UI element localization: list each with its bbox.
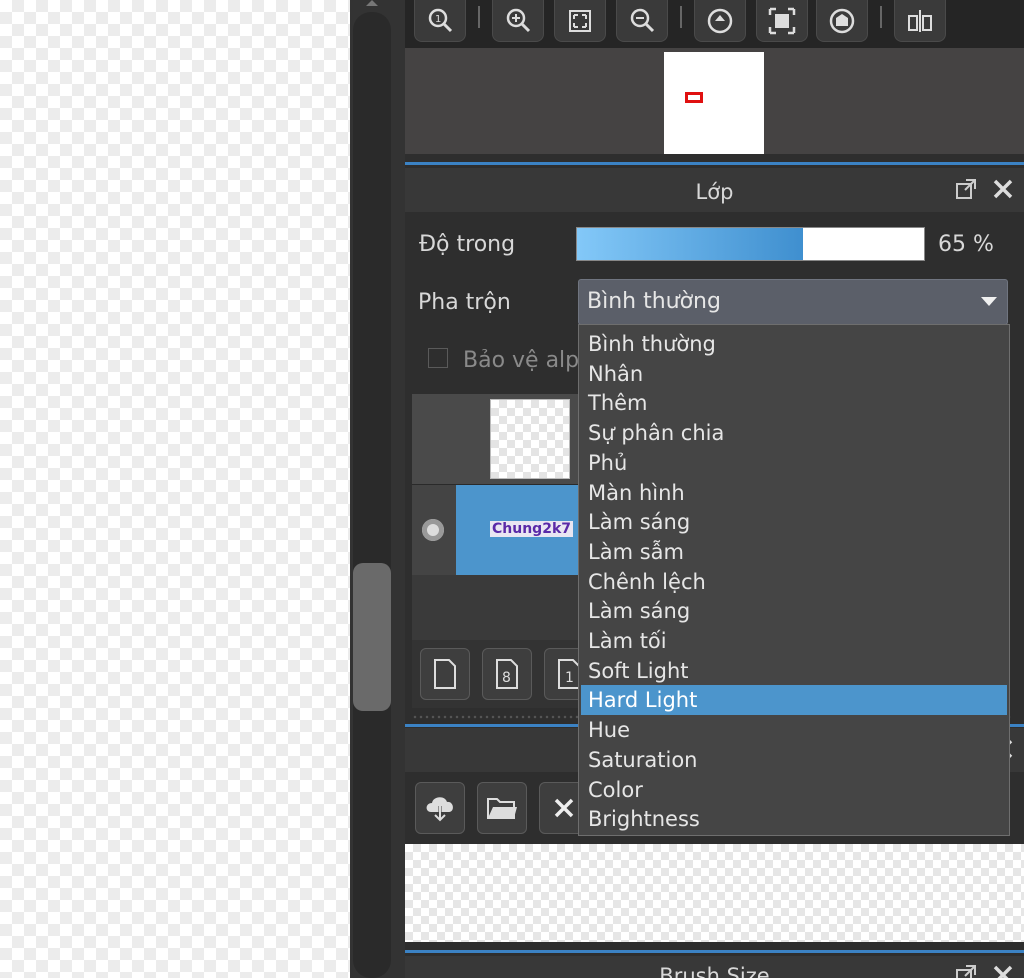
popout-icon[interactable] <box>953 176 979 202</box>
opacity-value: 65 % <box>938 232 994 257</box>
blend-mode-value: Bình thường <box>587 289 721 314</box>
blend-option[interactable]: Nhân <box>581 359 1007 389</box>
blend-option[interactable]: Màn hình <box>581 478 1007 508</box>
toolbar-separator <box>880 6 882 28</box>
cloud-download-icon <box>426 797 453 823</box>
chevron-down-icon <box>981 297 997 306</box>
zoom-in-icon <box>506 8 531 32</box>
toolbar-separator <box>478 6 480 28</box>
open-folder-button[interactable] <box>477 782 527 834</box>
folder-icon <box>487 798 517 819</box>
blend-option[interactable]: Hue <box>581 715 1007 745</box>
new-layer-button[interactable] <box>420 648 470 700</box>
popout-icon[interactable] <box>953 962 979 978</box>
layer-panel-title: Lớp <box>695 180 734 204</box>
vertical-scrollbar[interactable] <box>350 0 405 978</box>
close-icon[interactable] <box>990 176 1016 202</box>
svg-text:8: 8 <box>502 670 511 686</box>
close-icon <box>554 798 574 818</box>
opacity-slider-fill <box>577 228 803 260</box>
zoom-reset-button[interactable]: 1 <box>414 0 466 42</box>
fit-screen-button[interactable] <box>554 0 606 42</box>
new-8bit-layer-button[interactable]: 8 <box>482 648 532 700</box>
zoom-out-button[interactable] <box>616 0 668 42</box>
opacity-slider[interactable] <box>576 227 925 261</box>
flip-button[interactable] <box>894 0 946 42</box>
blend-option[interactable]: Phủ <box>581 448 1007 478</box>
close-icon[interactable] <box>990 962 1016 978</box>
rotate-icon <box>707 8 733 33</box>
rotate-button[interactable] <box>694 0 746 42</box>
fullscreen-button[interactable] <box>756 0 808 42</box>
svg-text:1: 1 <box>435 14 441 25</box>
protect-alpha-checkbox[interactable] <box>428 348 448 368</box>
blend-option[interactable]: Brightness <box>581 804 1007 834</box>
scroll-up-icon[interactable] <box>366 0 378 6</box>
flip-icon <box>908 9 932 32</box>
blend-option[interactable]: Thêm <box>581 388 1007 418</box>
zoom-in-button[interactable] <box>492 0 544 42</box>
layer-visibility-icon[interactable] <box>422 519 444 541</box>
protect-alpha-label: Bảo vệ alp <box>463 348 580 373</box>
blend-option[interactable]: Saturation <box>581 745 1007 775</box>
canvas-area[interactable] <box>0 0 350 978</box>
scrollbar-thumb[interactable] <box>353 563 391 711</box>
opacity-label: Độ trong <box>419 232 516 257</box>
panel-divider <box>405 162 1024 165</box>
blend-option[interactable]: Làm sáng <box>581 596 1007 626</box>
toolbar-separator <box>680 6 682 28</box>
blend-mode-dropdown: Bình thường Nhân Thêm Sự phân chia Phủ Màn hì… <box>578 324 1010 836</box>
blend-option[interactable]: Làm sáng <box>581 507 1007 537</box>
blend-mode-select[interactable]: Bình thường <box>578 279 1008 325</box>
zoom-out-icon <box>630 8 655 32</box>
zoom-reset-icon: 1 <box>428 8 453 32</box>
navigator-viewport-rect[interactable] <box>685 92 703 103</box>
blend-option[interactable]: Bình thường <box>581 329 1007 359</box>
cloud-download-button[interactable] <box>415 782 465 834</box>
scrollbar-track[interactable] <box>353 12 391 978</box>
brush-size-panel-header: Brush Size <box>405 956 1024 978</box>
blend-option[interactable]: Soft Light <box>581 656 1007 686</box>
navigator-canvas <box>664 52 764 154</box>
layer-8bit-icon: 8 <box>496 659 518 689</box>
blend-option[interactable]: Làm tối <box>581 626 1007 656</box>
blend-option[interactable]: Chênh lệch <box>581 567 1007 597</box>
fit-screen-icon <box>569 9 591 32</box>
layer-panel-header: Lớp <box>405 168 1024 212</box>
fullscreen-icon <box>768 7 796 34</box>
blend-option[interactable]: Làm sẫm <box>581 537 1007 567</box>
blend-option[interactable]: Sự phân chia <box>581 418 1007 448</box>
svg-text:1: 1 <box>565 670 574 686</box>
brush-size-title: Brush Size <box>659 964 770 978</box>
blend-option[interactable]: Color <box>581 775 1007 805</box>
rotate-reset-button[interactable] <box>816 0 868 42</box>
blend-option[interactable]: Hard Light <box>581 685 1007 716</box>
panel-divider <box>405 950 1024 953</box>
layer-thumbnail <box>490 399 570 479</box>
brush-preview[interactable] <box>405 844 1024 942</box>
rotate-reset-icon <box>829 8 855 33</box>
layer-thumbnail-text: Chung2k7 <box>490 521 573 537</box>
new-page-icon <box>434 659 456 689</box>
blend-label: Pha trộn <box>418 290 511 315</box>
